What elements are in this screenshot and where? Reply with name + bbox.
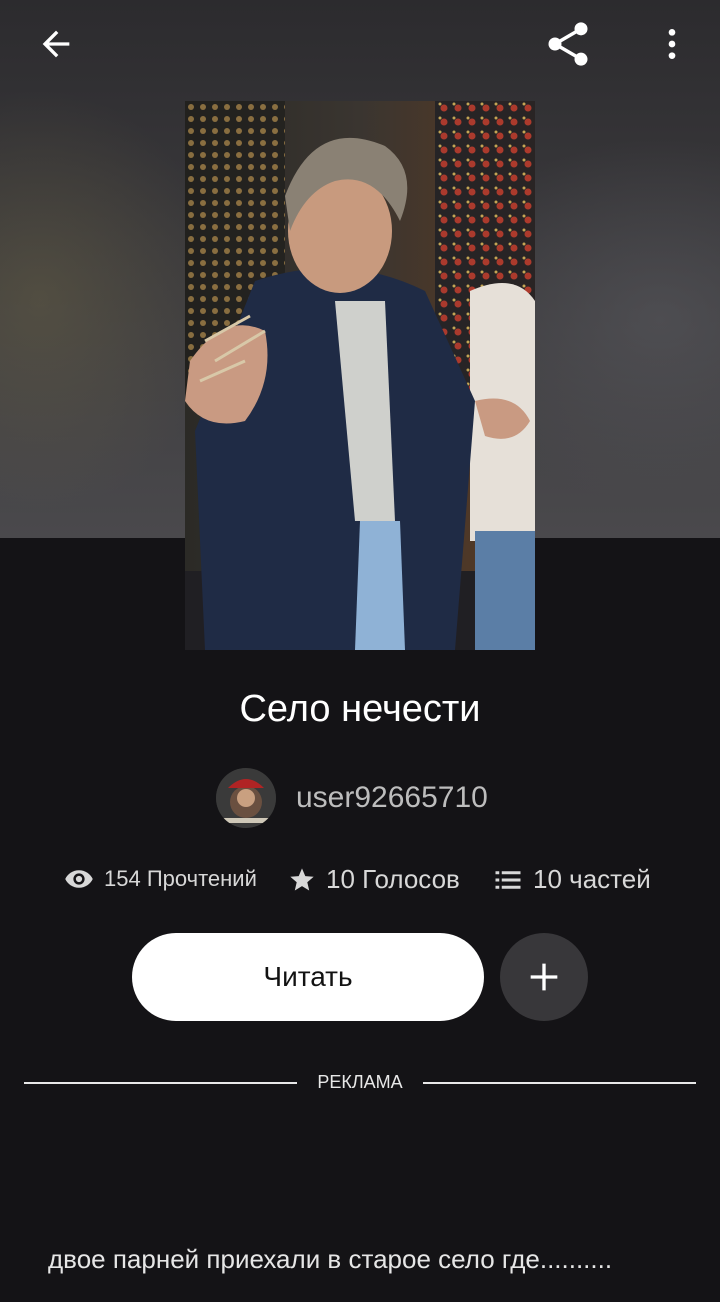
arrow-left-icon	[42, 30, 70, 58]
story-cover-image[interactable]	[185, 101, 535, 650]
back-button[interactable]	[28, 16, 84, 72]
plus-icon	[530, 963, 558, 991]
parts-stat: 10 частей	[493, 864, 651, 895]
story-stats: 154 Прочтений 10 Голосов 10 частей	[0, 864, 720, 904]
read-button[interactable]: Читать	[132, 933, 484, 1021]
divider-line-right	[423, 1082, 696, 1084]
list-icon	[495, 870, 521, 889]
cover-photo	[185, 101, 535, 650]
more-vertical-icon	[668, 29, 676, 59]
divider-line-left	[24, 1082, 297, 1084]
more-options-button[interactable]	[644, 16, 700, 72]
ad-label: РЕКЛАМА	[317, 1072, 403, 1092]
parts-count: 10 частей	[533, 864, 651, 894]
author-name: user92665710	[296, 781, 488, 814]
story-title: Село нечести	[239, 688, 481, 730]
avatar	[216, 768, 276, 828]
ad-divider: РЕКЛАМА	[24, 1070, 696, 1098]
votes-count: 10 Голосов	[326, 864, 460, 894]
star-icon	[290, 867, 314, 890]
share-button[interactable]	[540, 16, 596, 72]
author-link[interactable]: user92665710	[216, 768, 488, 828]
reads-stat: 154 Прочтений	[64, 864, 257, 894]
reads-count: 154 Прочтений	[104, 866, 257, 891]
story-description: двое парней приехали в старое село где..…	[48, 1244, 613, 1274]
add-to-library-button[interactable]	[500, 933, 588, 1021]
share-icon	[548, 22, 588, 66]
top-bar	[0, 0, 720, 90]
eye-icon	[65, 870, 93, 888]
votes-stat: 10 Голосов	[288, 864, 460, 895]
